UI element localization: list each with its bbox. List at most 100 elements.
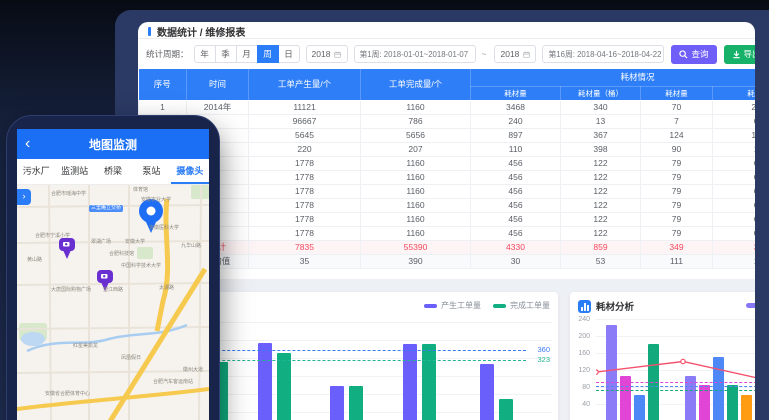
table-row: 177811604561227967 (139, 156, 756, 170)
period-group: 年季月周日 (194, 45, 300, 63)
map-view[interactable]: › (17, 185, 209, 420)
filter-label: 统计周期： (146, 48, 189, 60)
table-cell: 456 (471, 198, 561, 212)
table-cell: 122 (561, 198, 641, 212)
road-badge: 三里庵立交桥 (89, 205, 123, 212)
map-label: 合肥科技馆 (109, 251, 134, 257)
table-cell: 897 (471, 128, 561, 142)
bar[interactable] (634, 395, 645, 420)
table-cell: 456 (471, 226, 561, 240)
table-row: 12014年111211160346834070250 (139, 100, 756, 114)
bar[interactable] (499, 399, 513, 420)
bar[interactable] (606, 325, 617, 420)
table-cell: 859 (561, 240, 641, 254)
table-cell: 110 (471, 142, 561, 156)
phone-mockup: ‹ 地图监测 污水厂监测站桥梁泵站摄像头 (6, 115, 220, 420)
period-option[interactable]: 月 (236, 45, 258, 63)
table-row: 177811604561227967 (139, 226, 756, 240)
location-pin-icon (135, 197, 167, 237)
period-option[interactable]: 周 (257, 45, 279, 63)
period-option[interactable]: 日 (278, 45, 300, 63)
map-label: 凤凰假日 (121, 355, 141, 361)
filter-bar: 统计周期： 年季月周日 2018 第1周: 2018-01-01~2018-01… (138, 39, 755, 69)
query-button[interactable]: 查询 (671, 45, 716, 64)
bar[interactable] (480, 364, 494, 420)
table-cell: 90 (641, 142, 713, 156)
year-start-select[interactable]: 2018 (306, 45, 348, 63)
table-subheader-cell: 耗材量 (641, 86, 713, 100)
table-row: 177811604561227967 (139, 212, 756, 226)
y-tick: 80 (582, 384, 590, 391)
table-cell: 367 (561, 128, 641, 142)
table-cell: 1160 (361, 184, 471, 198)
table-cell: 67 (713, 170, 756, 184)
blue-location-pin[interactable] (135, 197, 167, 242)
table-cell: 1778 (249, 170, 361, 184)
bar[interactable] (330, 386, 344, 420)
tab-监测站[interactable]: 监测站 (55, 159, 93, 184)
ref-line-label: 323 (537, 355, 550, 364)
table-cell: 79 (641, 156, 713, 170)
breadcrumb-marker (148, 27, 151, 36)
map-label: 大唐国际购物广场 (51, 287, 91, 293)
table-cell: 390 (361, 254, 471, 268)
tab-桥梁[interactable]: 桥梁 (94, 159, 132, 184)
chart-legend: 产生工单量 完成工单量 (424, 300, 550, 311)
bar[interactable] (277, 353, 291, 420)
bar[interactable] (741, 395, 752, 420)
camera-pin[interactable] (58, 237, 76, 266)
week-start-input[interactable]: 第1周: 2018-01-01~2018-01-07 (354, 45, 476, 63)
bar[interactable] (713, 357, 724, 420)
tab-污水厂[interactable]: 污水厂 (17, 159, 55, 184)
table-cell: 30 (471, 254, 561, 268)
map-label: 合肥市宁溪小学 (35, 233, 70, 239)
table-cell: 67 (713, 226, 756, 240)
tab-泵站[interactable]: 泵站 (132, 159, 170, 184)
table-cell: 122 (561, 170, 641, 184)
phone-title: 地图监测 (89, 136, 137, 153)
legend-item[interactable]: 产生工单量 (424, 300, 481, 311)
camera-pin-icon (58, 237, 76, 261)
consumable-chart-card: 耗材分析 2402001601208040 (570, 292, 755, 420)
bar[interactable] (422, 344, 436, 420)
table-cell: 67 (713, 156, 756, 170)
phone-header: ‹ 地图监测 (17, 129, 209, 159)
camera-pin[interactable] (96, 269, 114, 298)
table-header-cell: 工单完成量/个 (361, 69, 471, 100)
breadcrumb: 数据统计 / 维修报表 (138, 22, 755, 39)
back-icon: ‹ (25, 135, 30, 153)
table-cell: 2014年 (187, 100, 249, 114)
week-end-input[interactable]: 第16周: 2018-04-16~2018-04-22 (542, 45, 664, 63)
table-cell: 53 (561, 254, 641, 268)
map-label: 安徽医科大学 (149, 225, 179, 231)
expand-button[interactable]: › (17, 189, 31, 205)
table-cell: 69 (713, 114, 756, 128)
y-tick: 40 (582, 401, 590, 408)
table-row: 9666778624013769 (139, 114, 756, 128)
table-cell: 19 (713, 142, 756, 156)
export-button[interactable]: 导出Excel (724, 45, 756, 64)
legend-pill[interactable] (746, 303, 755, 308)
bar[interactable] (403, 344, 417, 420)
breadcrumb-text: 数据统计 / 维修报表 (157, 24, 245, 39)
year-end-value: 2018 (500, 49, 519, 59)
tab-摄像头[interactable]: 摄像头 (171, 159, 209, 184)
year-start-value: 2018 (312, 49, 331, 59)
table-cell: 55390 (361, 240, 471, 254)
table-cell: 1 (139, 100, 187, 114)
bar[interactable] (349, 386, 363, 420)
table-cell: 67 (713, 184, 756, 198)
back-button[interactable]: ‹ (25, 129, 30, 159)
period-option[interactable]: 季 (215, 45, 237, 63)
map-label: 红星美凯龙 (73, 343, 98, 349)
table-cell: 786 (361, 114, 471, 128)
map-label: 黄山路 (27, 257, 42, 263)
period-option[interactable]: 年 (194, 45, 216, 63)
grid-line (596, 336, 755, 337)
search-icon (679, 50, 688, 59)
year-end-select[interactable]: 2018 (494, 45, 536, 63)
table-cell: 1160 (361, 100, 471, 114)
legend-item[interactable]: 完成工单量 (493, 300, 550, 311)
bar[interactable] (258, 343, 272, 420)
phone-screen: ‹ 地图监测 污水厂监测站桥梁泵站摄像头 (17, 129, 209, 420)
